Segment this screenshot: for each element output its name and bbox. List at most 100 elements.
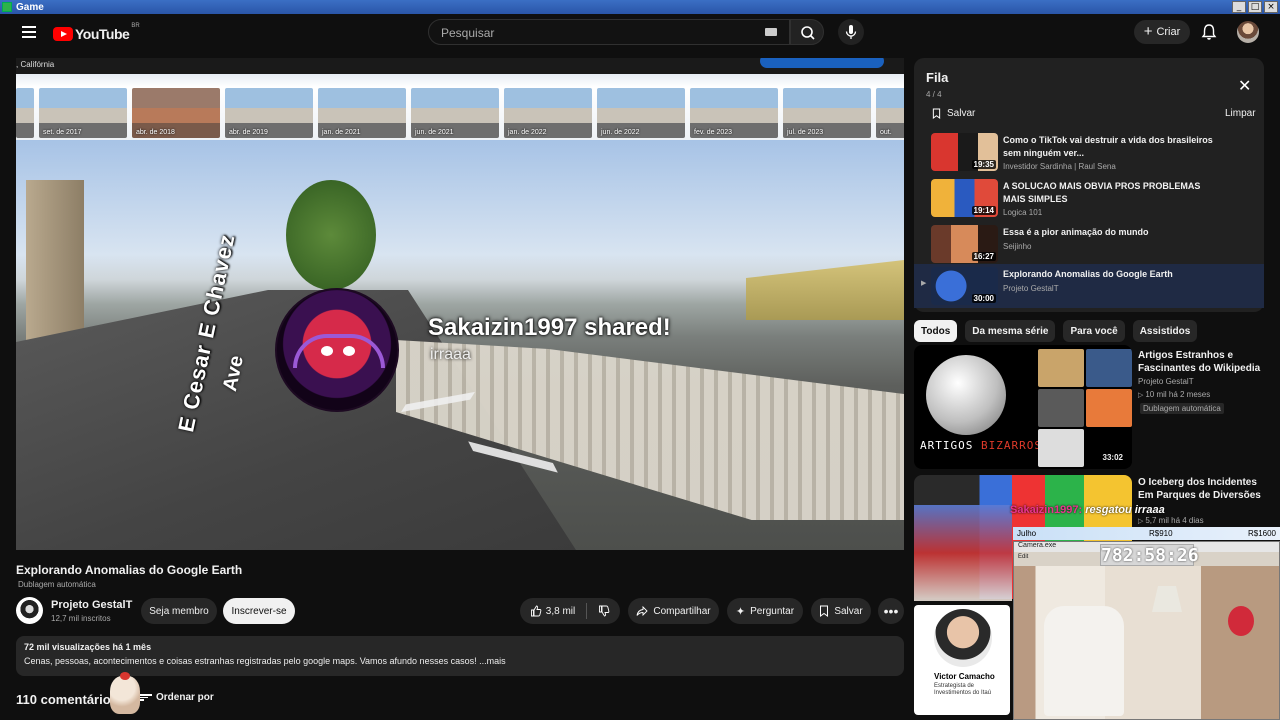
- thumbs-down-icon[interactable]: [598, 605, 610, 617]
- timeline-date: set. de 2017: [43, 129, 82, 136]
- tall-building: [26, 180, 84, 340]
- queue-item-channel: Seijinho: [1003, 242, 1032, 251]
- duration-badge: 16:27: [971, 252, 996, 261]
- voice-search-button[interactable]: [838, 19, 864, 45]
- close-window-button[interactable]: ×: [1264, 1, 1278, 13]
- video-player[interactable]: , Califórnia set. de 2017 abr. de 2018 a…: [16, 58, 904, 550]
- timeline-thumb: abr. de 2018: [132, 88, 220, 138]
- recommendation-title[interactable]: O Iceberg dos Incidentes Em Parques de D…: [1138, 476, 1268, 502]
- timeline-date: jun. de 2021: [415, 129, 454, 136]
- chair: [1044, 606, 1124, 716]
- recommendation-meta: ▷ 5,7 mil há 4 dias: [1138, 516, 1204, 525]
- timeline-date: jul. de 2023: [787, 129, 824, 136]
- timeline-date: abr. de 2018: [136, 129, 175, 136]
- join-button[interactable]: Seja membro: [141, 598, 217, 624]
- queue-item[interactable]: 19:35 Como o TikTok vai destruir a vida …: [914, 130, 1264, 174]
- like-button[interactable]: 3,8 mil: [530, 605, 575, 617]
- stream-alert-title: Sakaizin1997 shared!: [428, 314, 671, 341]
- duration-badge: 19:35: [971, 160, 996, 169]
- queue-thumbnail: 19:14: [931, 179, 998, 217]
- close-queue-icon[interactable]: ✕: [1238, 76, 1251, 95]
- queue-title: Fila: [926, 70, 949, 85]
- thumbnail-caption-a: ARTIGOS: [920, 439, 981, 452]
- timeline-thumb: [16, 88, 34, 138]
- account-avatar[interactable]: [1237, 21, 1259, 43]
- queue-item[interactable]: 16:27 Essa é a pior animação do mundo Se…: [914, 222, 1264, 266]
- dry-grass-field: [746, 260, 904, 320]
- save-queue-button[interactable]: Salvar: [932, 108, 975, 119]
- recommendation-thumbnail[interactable]: ARTIGOS BIZARROS 33:02: [914, 345, 1132, 469]
- timeline-thumb: jan. de 2022: [504, 88, 592, 138]
- duration-badge: 33:02: [1099, 452, 1126, 463]
- channel-name[interactable]: Projeto GestalT: [51, 599, 132, 611]
- chip-watched[interactable]: Assistidos: [1132, 320, 1198, 342]
- save-video-button[interactable]: Salvar: [811, 598, 871, 624]
- subscribe-button[interactable]: Inscrever-se: [223, 598, 295, 624]
- logo-text: YouTube: [75, 26, 130, 42]
- search-button[interactable]: [790, 19, 824, 45]
- bookmark-icon: [820, 605, 829, 617]
- queue-thumbnail: 16:27: [931, 225, 998, 263]
- sort-comments-button[interactable]: Ordenar por: [140, 692, 214, 703]
- subathon-timer: 782:58:26: [1100, 544, 1199, 566]
- timeline-date: abr. de 2019: [229, 129, 268, 136]
- clear-queue-button[interactable]: Limpar: [1225, 108, 1256, 119]
- save-label: Salvar: [834, 605, 863, 617]
- timeline-thumb: abr. de 2019: [225, 88, 313, 138]
- microphone-icon: [845, 25, 857, 39]
- recommendation-filters: Todos Da mesma série Para você Assistido…: [914, 320, 1198, 342]
- timeline-date: jan. de 2021: [322, 129, 361, 136]
- search-input[interactable]: Pesquisar: [428, 19, 790, 45]
- search-placeholder: Pesquisar: [441, 26, 495, 40]
- queue-save-label: Salvar: [947, 108, 976, 119]
- comment-count: 110 comentários: [16, 692, 118, 707]
- more-horizontal-icon: •••: [883, 603, 899, 619]
- dubbing-badge: Dublagem automática: [1140, 403, 1224, 414]
- window-title-bar: Game _ □ ×: [0, 0, 1280, 14]
- tree: [286, 180, 376, 290]
- subscribe-label: Inscrever-se: [231, 605, 287, 617]
- recommendation-title[interactable]: Artigos Estranhos e Fascinantes do Wikip…: [1138, 349, 1268, 375]
- chip-for-you[interactable]: Para você: [1063, 320, 1125, 342]
- menu-icon[interactable]: [22, 26, 36, 38]
- maps-action-pill: [760, 58, 884, 68]
- queue-item-title: A SOLUCAO MAIS OBVIA PROS PROBLEMAS MAIS…: [1003, 181, 1201, 204]
- ask-button[interactable]: ✦ Perguntar: [727, 598, 803, 624]
- ask-label: Perguntar: [750, 605, 795, 617]
- queue-item-title: Como o TikTok vai destruir a vida dos br…: [1003, 135, 1213, 158]
- more-actions-button[interactable]: •••: [878, 598, 904, 624]
- like-count: 3,8 mil: [545, 605, 576, 617]
- sort-icon: [140, 693, 152, 702]
- chip-all[interactable]: Todos: [914, 320, 958, 342]
- thumbs-up-icon: [530, 605, 542, 617]
- timeline-thumb: out.: [876, 88, 904, 138]
- youtube-logo[interactable]: YouTube BR: [53, 23, 140, 42]
- search-icon: [801, 26, 815, 40]
- timeline-thumb: fev. de 2023: [690, 88, 778, 138]
- maps-location-bar: , Califórnia: [16, 58, 904, 74]
- create-button[interactable]: + Criar: [1134, 20, 1190, 44]
- lamp: [1152, 586, 1182, 612]
- queue-panel: Fila 4 / 4 ✕ Salvar Limpar 19:35 Como o …: [914, 58, 1264, 312]
- description-box[interactable]: 72 mil visualizações há 1 mês Cenas, pes…: [16, 636, 904, 676]
- ad-person-role: Estrategista de Investimentos do Itaú: [934, 683, 992, 696]
- minimize-button[interactable]: _: [1232, 1, 1246, 13]
- maximize-button[interactable]: □: [1248, 1, 1262, 13]
- recommendation-channel[interactable]: Projeto GestalT: [1138, 377, 1194, 386]
- thumbnail-collage: [1038, 349, 1132, 467]
- queue-thumbnail: 30:00: [931, 267, 998, 305]
- channel-avatar[interactable]: [16, 597, 43, 624]
- chip-same-series[interactable]: Da mesma série: [965, 320, 1056, 342]
- keyboard-icon[interactable]: [765, 28, 777, 36]
- share-icon: [636, 605, 649, 617]
- thumbnail-caption-b: BIZARROS: [980, 439, 1042, 452]
- join-label: Seja membro: [149, 605, 209, 617]
- timeline-thumb: set. de 2017: [39, 88, 127, 138]
- duration-badge: 30:00: [971, 294, 996, 303]
- notifications-bell-icon[interactable]: [1200, 23, 1218, 41]
- queue-item-current[interactable]: ▶ 30:00 Explorando Anomalias do Google E…: [914, 264, 1264, 308]
- share-button[interactable]: Compartilhar: [628, 598, 719, 624]
- queue-item[interactable]: 19:14 A SOLUCAO MAIS OBVIA PROS PROBLEMA…: [914, 176, 1264, 220]
- recommendation-views-date: 10 mil há 2 meses: [1145, 390, 1211, 399]
- queue-position: 4 / 4: [926, 90, 942, 99]
